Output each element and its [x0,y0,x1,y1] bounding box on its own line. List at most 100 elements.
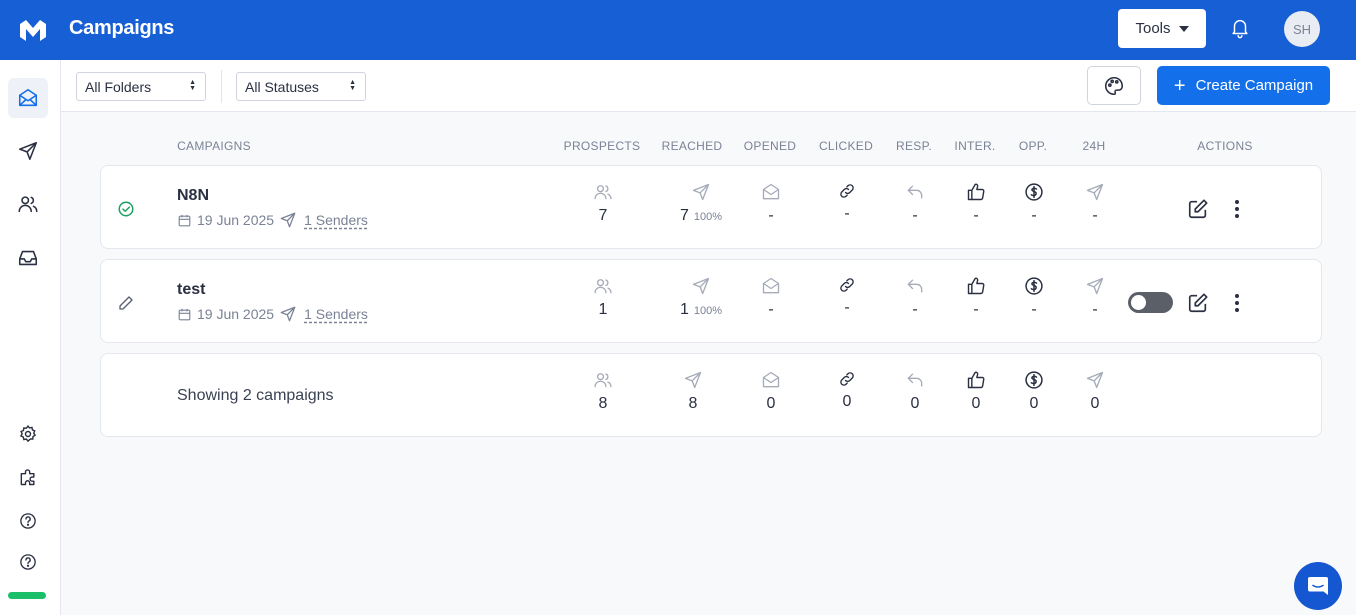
edit-icon[interactable] [1187,292,1209,314]
metric-percent: 100% [693,211,723,223]
status-select[interactable]: All Statuses ▲ ▼ [236,72,366,101]
sidebar-item-help[interactable] [8,501,48,541]
metric-opportunities: - [999,276,1069,319]
metric-24h: 0 [1060,370,1130,413]
column-header-24h[interactable]: 24H [1083,139,1106,153]
metric-value: 0 [842,393,852,410]
edit-icon[interactable] [1187,198,1209,220]
send-icon [280,212,296,228]
brand-logo[interactable] [18,18,48,42]
send-icon [692,183,710,201]
metric-24h: - [1060,182,1130,225]
metric-value: 7 [679,207,689,224]
reply-icon [907,185,923,199]
column-header-prospects[interactable]: PROSPECTS [564,139,641,153]
metric-value: - [844,205,850,222]
metric-value: - [1031,301,1037,318]
user-avatar[interactable]: SH [1284,11,1320,47]
column-header-reached[interactable]: REACHED [662,139,723,153]
inbox-icon [18,250,38,266]
users-icon [18,196,38,213]
column-header-opened[interactable]: OPENED [744,139,796,153]
dollar-circle-icon [1025,277,1043,295]
more-vertical-icon[interactable] [1227,292,1247,314]
campaign-date: 19 Jun 2025 [197,212,275,228]
link-icon [840,184,854,198]
thumbs-up-icon [967,277,985,295]
calendar-icon [178,214,191,226]
sidebar-item-outreach[interactable] [8,131,48,171]
campaign-meta: 19 Jun 2025 1 Senders [177,211,368,229]
campaign-row[interactable]: N8N 19 Jun 2025 1 Senders 7 7 100% - - - … [100,165,1322,249]
metric-value: - [844,299,850,316]
metric-24h: - [1060,276,1130,319]
plus-icon: + [1173,74,1186,97]
link-icon [840,372,854,386]
metric-value: 8 [688,395,698,412]
column-header-inter[interactable]: INTER. [954,139,995,153]
sidebar-item-settings[interactable] [8,414,48,454]
sidebar-item-integrations[interactable] [8,457,48,497]
dollar-circle-icon [1025,183,1043,201]
filter-divider [221,70,222,103]
metric-responses: 0 [880,370,950,413]
metric-reached: 7 100% [656,182,746,225]
folder-select[interactable]: All Folders ▲ ▼ [76,72,206,101]
create-campaign-label: Create Campaign [1195,77,1314,94]
campaign-senders-link[interactable]: 1 Senders [304,212,368,228]
pencil-icon [119,296,133,310]
metric-value: 0 [1029,395,1039,412]
campaign-date: 19 Jun 2025 [197,306,275,322]
send-icon [1086,183,1104,201]
chat-support-button[interactable] [1294,562,1342,610]
sidebar-item-support[interactable] [8,542,48,582]
summary-row: Showing 2 campaigns 8 8 0 0 0 0 0 0 [100,353,1322,437]
metric-value: - [912,207,918,224]
palette-icon [1105,76,1124,95]
users-icon [594,373,612,388]
usage-indicator-bar [8,592,46,599]
page-title: Campaigns [69,17,175,39]
mail-open-icon [762,371,780,388]
metric-opened: - [736,182,806,225]
metric-reached: 1 100% [656,276,746,319]
sidebar-item-campaigns[interactable] [8,78,48,118]
send-icon [280,306,296,322]
tools-dropdown-button[interactable]: Tools [1118,9,1206,48]
metric-clicked: - [812,276,882,317]
metric-opened: 0 [736,370,806,413]
campaign-name[interactable]: N8N [177,187,209,205]
more-vertical-icon[interactable] [1227,198,1247,220]
column-header-opp[interactable]: OPP. [1019,139,1047,153]
link-icon [840,278,854,292]
metric-value: 8 [598,395,608,412]
mail-open-icon [762,183,780,200]
select-arrows-icon: ▲ ▼ [189,79,196,92]
folder-select-value: All Folders [85,78,152,95]
campaign-senders-link[interactable]: 1 Senders [304,306,368,322]
notification-bell-icon[interactable] [1229,17,1251,39]
tools-label: Tools [1135,20,1171,37]
campaign-name[interactable]: test [177,281,205,299]
summary-text: Showing 2 campaigns [177,387,334,404]
metric-value: - [768,207,774,224]
campaign-row[interactable]: test 19 Jun 2025 1 Senders 1 1 100% - - -… [100,259,1322,343]
sidebar [0,60,61,615]
create-campaign-button[interactable]: + Create Campaign [1157,66,1330,105]
sidebar-item-prospects[interactable] [8,184,48,224]
metric-value: 1 [598,301,608,318]
column-header-resp[interactable]: RESP. [896,139,932,153]
sidebar-item-inbox[interactable] [8,238,48,278]
mail-open-icon [762,277,780,294]
metric-opportunities: - [999,182,1069,225]
mail-open-icon [18,88,38,107]
metric-responses: - [880,276,950,319]
thumbs-up-icon [967,371,985,389]
column-header-campaigns: CAMPAIGNS [177,139,251,153]
theme-palette-button[interactable] [1087,66,1141,105]
send-icon [692,277,710,295]
campaign-active-toggle[interactable] [1128,292,1173,313]
status-select-value: All Statuses [245,78,319,95]
select-arrows-icon: ▲ ▼ [349,79,356,92]
column-header-clicked[interactable]: CLICKED [819,139,873,153]
